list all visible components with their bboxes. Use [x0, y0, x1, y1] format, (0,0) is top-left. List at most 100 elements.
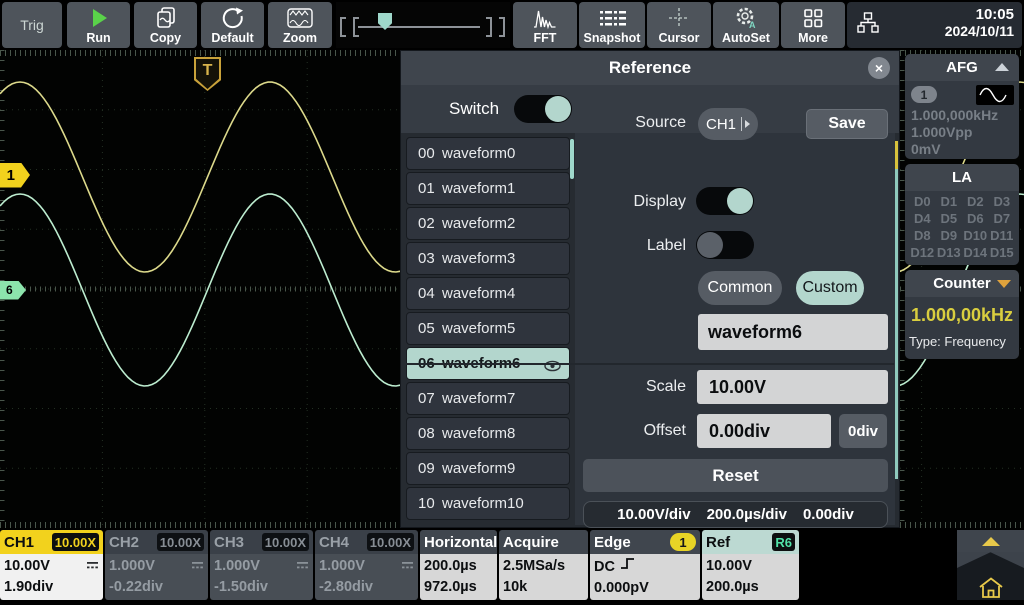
- afg-title: AFG: [946, 59, 978, 76]
- waveform-list-item-05[interactable]: 05waveform5: [406, 312, 570, 345]
- clock-panel[interactable]: 10:05 2024/10/11: [847, 2, 1022, 48]
- panel-scrollbar[interactable]: [895, 169, 898, 479]
- la-channel-d8: D8: [909, 228, 936, 243]
- counter-panel-header[interactable]: Counter: [905, 270, 1019, 297]
- save-button[interactable]: Save: [806, 109, 888, 139]
- la-panel[interactable]: D0D1D2D3D4D5D6D7D8D9D10D11D12D13D14D15: [905, 191, 1019, 265]
- custom-button[interactable]: Custom: [796, 271, 864, 305]
- scale-input[interactable]: 10.00V: [697, 370, 888, 404]
- waveform-list-item-04[interactable]: 04waveform4: [406, 277, 570, 310]
- item-index: 02: [418, 215, 442, 232]
- time: 10:05: [945, 6, 1014, 23]
- toggle-knob: [545, 96, 571, 122]
- copy-button[interactable]: Copy: [134, 2, 197, 48]
- reset-button[interactable]: Reset: [583, 459, 888, 492]
- la-panel-header[interactable]: LA: [905, 164, 1019, 191]
- collapse-up-icon: [995, 63, 1009, 71]
- ref-scale-value: 10.00V: [706, 556, 795, 577]
- item-name: waveform8: [442, 425, 515, 442]
- zero-div-button[interactable]: 0div: [839, 414, 887, 448]
- waveform-list-item-08[interactable]: 08waveform8: [406, 417, 570, 450]
- display-toggle[interactable]: [696, 187, 754, 215]
- waveform-list-item-03[interactable]: 03waveform3: [406, 242, 570, 275]
- waveform-list-item-01[interactable]: 01waveform1: [406, 172, 570, 205]
- afg-panel-header[interactable]: AFG: [905, 54, 1019, 81]
- item-name: waveform0: [442, 145, 515, 162]
- item-index: 03: [418, 250, 442, 267]
- autoset-button[interactable]: A AutoSet: [713, 2, 779, 48]
- svg-text:A: A: [749, 20, 756, 30]
- sine-wave-icon: [976, 85, 1014, 105]
- expand-menu-button[interactable]: [957, 530, 1024, 552]
- la-channel-d11: D11: [989, 228, 1016, 243]
- probe-atten-badge: 10.00X: [157, 533, 204, 551]
- la-channel-d2: D2: [962, 194, 989, 209]
- ref-timebase: 200.0µs/div: [707, 506, 787, 523]
- waveform-list: 00waveform001waveform102waveform203wavef…: [406, 137, 570, 522]
- cursor-button[interactable]: Cursor: [647, 2, 711, 48]
- source-select[interactable]: CH1: [698, 108, 758, 140]
- label-toggle[interactable]: [696, 231, 754, 259]
- afg-amplitude: 1.000Vpp: [911, 124, 1013, 141]
- roof-right: [990, 552, 1024, 568]
- channel-offset: 1.90div: [4, 577, 99, 598]
- item-name: waveform4: [442, 285, 515, 302]
- offset-label: Offset: [576, 422, 686, 440]
- acquire-tile[interactable]: Acquire 2.5MSa/s 10k: [499, 530, 588, 600]
- trigger-position-slider[interactable]: [336, 2, 510, 48]
- toggle-knob: [697, 232, 723, 258]
- roof-left: [957, 552, 991, 568]
- list-scrollbar[interactable]: [570, 139, 574, 179]
- trigger-tile[interactable]: Edge 1 DC 0.000pV: [590, 530, 700, 600]
- play-icon: [88, 5, 110, 31]
- la-channel-d9: D9: [936, 228, 963, 243]
- channel-offset: -1.50div: [214, 577, 309, 598]
- horizontal-title: Horizontal: [424, 534, 497, 551]
- reference-switch-toggle[interactable]: [514, 95, 572, 123]
- waveform-list-item-00[interactable]: 00waveform0: [406, 137, 570, 170]
- item-index: 04: [418, 285, 442, 302]
- waveform-list-item-09[interactable]: 09waveform9: [406, 452, 570, 485]
- counter-panel[interactable]: 1.000,00kHz Type: Frequency: [905, 297, 1019, 359]
- date: 2024/10/11: [945, 23, 1014, 39]
- waveform-list-item-07[interactable]: 07waveform7: [406, 382, 570, 415]
- offset-input[interactable]: 0.00div: [697, 414, 831, 448]
- close-icon[interactable]: ×: [868, 57, 890, 79]
- channel-tile-ch4[interactable]: CH410.00X1.000V-2.80div: [315, 530, 418, 600]
- more-button[interactable]: More: [781, 2, 845, 48]
- sample-rate: 2.5MSa/s: [503, 556, 584, 577]
- source-value: CH1: [706, 116, 736, 133]
- channel-tile-ch1[interactable]: CH110.00X10.00V1.90div: [0, 530, 103, 600]
- copy-icon: [155, 5, 177, 31]
- slider-track: [358, 26, 480, 28]
- ref-offset: 0.00div: [803, 506, 854, 523]
- home-button[interactable]: [957, 552, 1024, 600]
- item-index: 00: [418, 145, 442, 162]
- la-channel-d3: D3: [989, 194, 1016, 209]
- channel-tile-ch3[interactable]: CH310.00X1.000V-1.50div: [210, 530, 313, 600]
- ref-tile[interactable]: Ref R6 10.00V 200.0µs: [702, 530, 799, 600]
- la-channel-d12: D12: [909, 245, 936, 260]
- trig-button[interactable]: Trig: [2, 2, 62, 48]
- waveform-name-input[interactable]: waveform6: [698, 314, 888, 350]
- waveform-list-item-02[interactable]: 02waveform2: [406, 207, 570, 240]
- waveform-list-item-10[interactable]: 10waveform10: [406, 487, 570, 520]
- volts-per-div: 1.000V: [214, 556, 260, 577]
- horizontal-tile[interactable]: Horizontal 200.0µs 972.0µs: [420, 530, 497, 600]
- volts-per-div: 1.000V: [319, 556, 365, 577]
- slider-outer-left-bracket: [340, 17, 346, 37]
- toggle-knob: [727, 188, 753, 214]
- run-button[interactable]: Run: [67, 2, 130, 48]
- afg-panel[interactable]: 1 1.000,000kHz 1.000Vpp 0mV: [905, 81, 1019, 159]
- channel-tile-ch2[interactable]: CH210.00X1.000V-0.22div: [105, 530, 208, 600]
- item-name: waveform3: [442, 250, 515, 267]
- slider-inner-right-bracket: [486, 17, 492, 37]
- reference-dialog: Reference × Switch 00waveform001waveform…: [400, 50, 900, 528]
- zoom-button[interactable]: Zoom: [268, 2, 332, 48]
- fft-button[interactable]: FFT: [513, 2, 577, 48]
- dialog-title: Reference: [401, 51, 899, 85]
- top-toolbar: Trig Run Copy Default Zoom: [0, 0, 1024, 50]
- default-button[interactable]: Default: [201, 2, 264, 48]
- common-button[interactable]: Common: [698, 271, 782, 305]
- snapshot-button[interactable]: Snapshot: [579, 2, 645, 48]
